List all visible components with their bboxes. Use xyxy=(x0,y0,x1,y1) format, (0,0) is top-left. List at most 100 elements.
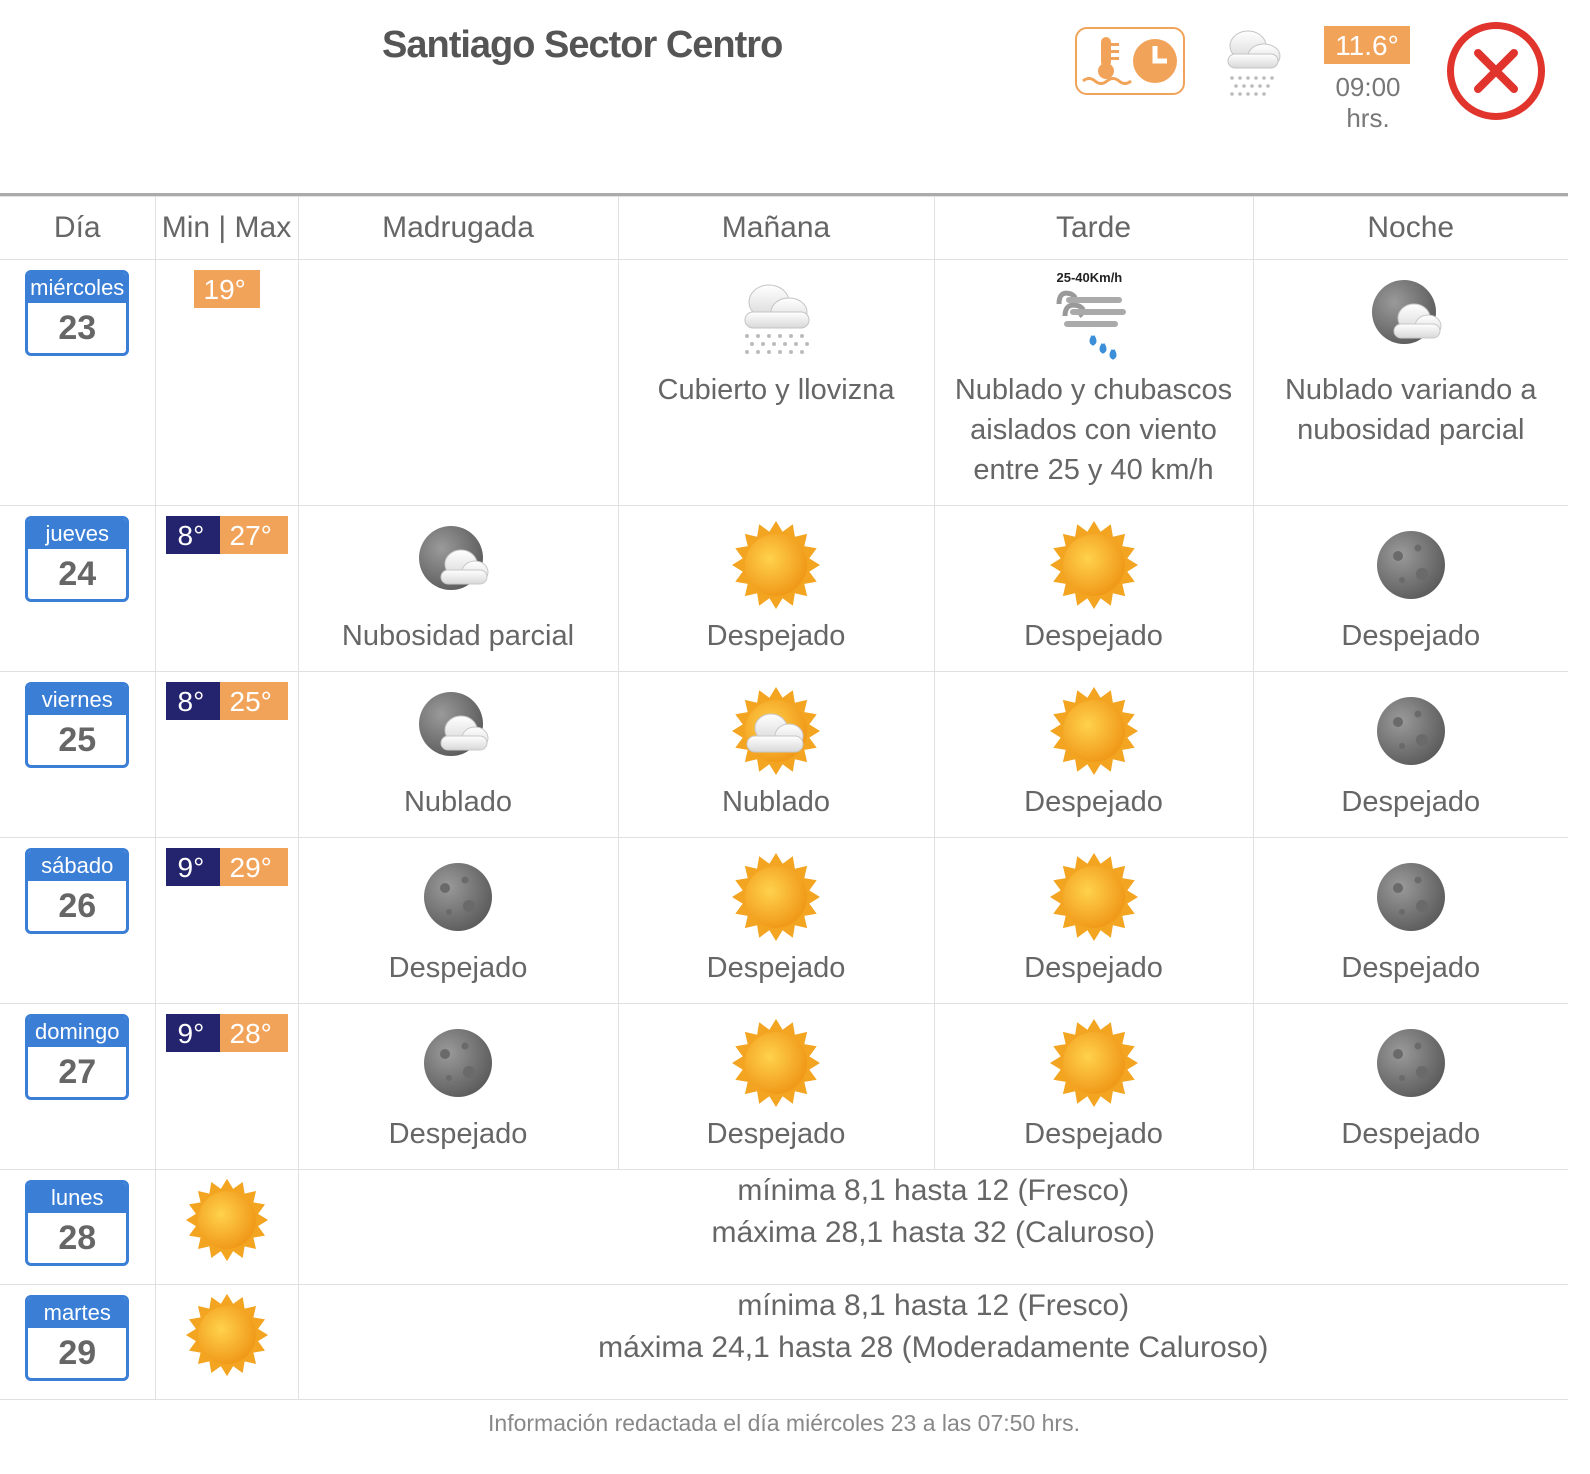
period-description: Despejado xyxy=(1341,1118,1481,1150)
sun-icon xyxy=(185,1293,268,1377)
close-button[interactable] xyxy=(1447,22,1545,120)
period-cell: Despejado xyxy=(297,1003,619,1170)
sun-icon xyxy=(732,521,820,609)
table-header-row: Día Min | Max Madrugada Mañana Tarde Noc… xyxy=(0,196,1568,260)
extended-range-cell: mínima 8,1 hasta 12 (Fresco) máxima 24,1… xyxy=(297,1284,1568,1400)
current-weather-icon xyxy=(1218,24,1286,98)
day-cell: viernes 25 xyxy=(0,671,156,838)
period-description: Nublado y chubascos aislados con viento … xyxy=(954,374,1233,486)
wind-rain-icon xyxy=(1056,290,1126,360)
day-number: 29 xyxy=(58,1334,97,1372)
max-temp: 28° xyxy=(219,1014,288,1052)
forecast-table: Día Min | Max Madrugada Mañana Tarde Noc… xyxy=(0,196,1568,1400)
period-description: Despejado xyxy=(1341,786,1481,818)
day-badge: miércoles 23 xyxy=(25,270,130,356)
night-cloud-icon xyxy=(419,692,489,756)
period-description: Nubosidad parcial xyxy=(341,620,575,652)
col-header-madrugada: Madrugada xyxy=(297,196,619,260)
max-temp: 27° xyxy=(219,516,288,554)
max-temp: 25° xyxy=(219,682,288,720)
extended-icon-cell xyxy=(154,1284,299,1400)
min-temp: 8° xyxy=(165,682,220,720)
day-cell: domingo 27 xyxy=(0,1003,156,1170)
minmax-cell: 8° 25° xyxy=(154,671,299,838)
temperature-history-button[interactable] xyxy=(1075,27,1185,95)
moon-icon xyxy=(1376,531,1445,599)
drizzle-icon xyxy=(744,284,810,354)
header: Santiago Sector Centro 11.6° 09:00 hrs. xyxy=(0,0,1590,194)
period-cell: Nublado xyxy=(617,671,935,838)
day-badge: jueves 24 xyxy=(25,516,130,602)
thermometer-clock-icon xyxy=(1082,37,1177,85)
drizzle-icon xyxy=(1227,30,1281,96)
sun-icon xyxy=(1049,1019,1138,1107)
day-badge: domingo 27 xyxy=(25,1014,130,1100)
day-number: 24 xyxy=(58,555,97,593)
day-cell: jueves 24 xyxy=(0,505,156,672)
forecast-row: domingo 27 9° 28° Despejado Despejado Desp… xyxy=(0,1003,1568,1170)
moon-icon xyxy=(1376,863,1445,931)
day-name: domingo xyxy=(28,1017,127,1047)
day-badge: martes 29 xyxy=(25,1295,130,1381)
period-cell: Despejado xyxy=(617,505,935,672)
period-cell: Despejado xyxy=(933,505,1254,672)
day-name: martes xyxy=(28,1298,127,1328)
current-time: 09:00 hrs. xyxy=(1335,72,1401,133)
day-number: 26 xyxy=(58,887,97,925)
period-description: Despejado xyxy=(706,1118,846,1150)
sun-icon xyxy=(732,1019,820,1107)
period-cell: Despejado xyxy=(933,837,1254,1004)
day-name: viernes xyxy=(28,685,127,715)
period-cell: Nubosidad parcial xyxy=(297,505,619,672)
current-temperature: 11.6° xyxy=(1324,26,1410,64)
sun-icon xyxy=(732,853,820,941)
period-cell: Cubierto y llovizna xyxy=(617,259,935,506)
night-cloud-icon xyxy=(419,526,489,590)
sun-icon xyxy=(1049,521,1138,609)
min-temp: 9° xyxy=(165,1014,220,1052)
day-badge: lunes 28 xyxy=(25,1180,130,1266)
min-range: mínima 8,1 hasta 12 (Fresco) xyxy=(737,1289,1130,1322)
period-description: Cubierto y llovizna xyxy=(657,374,895,406)
period-cell: Despejado xyxy=(297,837,619,1004)
period-cell: 25-40Km/h Nublado y chubascos aislados c… xyxy=(933,259,1254,506)
period-description: Despejado xyxy=(1341,952,1481,984)
forecast-row: viernes 25 8° 25° Nublado Nublado Despejad… xyxy=(0,671,1568,838)
day-number: 23 xyxy=(58,309,97,347)
day-name: lunes xyxy=(28,1183,127,1213)
day-cell: miércoles 23 xyxy=(0,259,156,506)
close-icon xyxy=(1474,49,1518,93)
period-cell: Despejado xyxy=(1252,1003,1568,1170)
day-cell: martes 29 xyxy=(0,1284,156,1400)
day-badge: viernes 25 xyxy=(25,682,130,768)
max-temp: 29° xyxy=(219,848,288,886)
extended-range-cell: mínima 8,1 hasta 12 (Fresco) máxima 28,1… xyxy=(297,1169,1568,1285)
wind-speed-badge: 25-40Km/h xyxy=(1056,270,1123,285)
min-temp: 9° xyxy=(165,848,220,886)
min-temp: 8° xyxy=(165,516,220,554)
min-range: mínima 8,1 hasta 12 (Fresco) xyxy=(737,1174,1130,1207)
col-header-minmax: Min | Max xyxy=(154,196,299,260)
extended-row: martes 29 mínima 8,1 hasta 12 (Fresco) m… xyxy=(0,1284,1568,1400)
period-description: Despejado xyxy=(388,952,528,984)
extended-row: lunes 28 mínima 8,1 hasta 12 (Fresco) má… xyxy=(0,1169,1568,1285)
period-cell: Despejado xyxy=(1252,837,1568,1004)
forecast-row: miércoles 23 19° Cubierto y llovizna 25-4… xyxy=(0,259,1568,506)
col-header-day: Día xyxy=(0,196,156,260)
col-header-manana: Mañana xyxy=(617,196,935,260)
period-description: Despejado xyxy=(1024,620,1163,652)
period-description: Nublado variando a nubosidad parcial xyxy=(1284,374,1537,446)
sun-icon xyxy=(185,1178,268,1262)
period-description: Despejado xyxy=(1341,620,1481,652)
day-number: 25 xyxy=(58,721,97,759)
day-cell: sábado 26 xyxy=(0,837,156,1004)
day-number: 28 xyxy=(58,1219,97,1257)
period-cell: Nublado variando a nubosidad parcial xyxy=(1252,259,1568,506)
minmax-cell: 19° xyxy=(154,259,299,506)
period-cell: Despejado xyxy=(1252,505,1568,672)
day-name: sábado xyxy=(28,851,127,881)
page-title: Santiago Sector Centro xyxy=(382,24,783,66)
period-cell: Despejado xyxy=(933,671,1254,838)
period-description: Despejado xyxy=(1024,952,1163,984)
col-header-tarde: Tarde xyxy=(933,196,1254,260)
